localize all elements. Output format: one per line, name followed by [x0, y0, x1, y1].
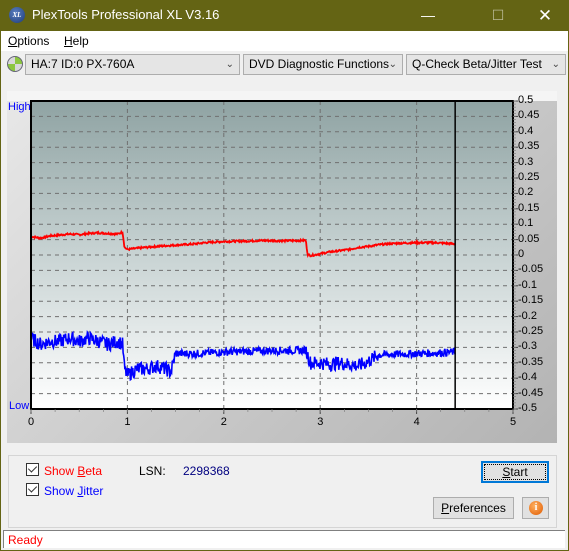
y-tick-label: 0.4 [518, 124, 534, 137]
y-tick-label: 0.15 [518, 201, 540, 214]
status-bar: Ready [3, 530, 565, 548]
y-tick-label: 0.05 [518, 232, 540, 245]
y-tick-label: 0.3 [518, 155, 534, 168]
y-tick-label: 0.45 [518, 109, 540, 122]
y-tick-label: 0 [518, 248, 525, 260]
lsn-value: 2298368 [183, 464, 230, 478]
y-tick-label: 0.1 [518, 217, 534, 230]
y-tick-label: -0.25 [518, 325, 544, 337]
x-tick-label: 3 [317, 416, 324, 428]
preferences-accel: P [441, 501, 450, 515]
y-tick-label: -0.3 [518, 340, 537, 353]
lsn-label: LSN: [139, 464, 166, 478]
x-tick-label: 1 [124, 416, 131, 428]
y-tick-label: 0.5 [518, 94, 534, 106]
show-jitter-label-post: itter [83, 484, 104, 498]
y-tick-label: -0.5 [518, 402, 537, 414]
y-tick-label: 0.25 [518, 171, 540, 183]
y-tick-label: 0.2 [518, 186, 534, 199]
show-jitter-label[interactable]: Show Jitter [44, 484, 103, 498]
x-tick-label: 0 [28, 416, 35, 428]
y-tick-label: -0.4 [518, 371, 537, 384]
info-icon: i [529, 501, 543, 515]
show-beta-label-post: eta [85, 464, 103, 478]
status-text: Ready [8, 533, 43, 547]
show-jitter-label-pre: Show [44, 484, 78, 498]
y-tick-label: -0.05 [518, 263, 544, 276]
show-beta-checkbox[interactable] [26, 463, 39, 476]
y-tick-label: -0.35 [518, 355, 544, 368]
preferences-button[interactable]: Preferences [433, 497, 514, 519]
show-beta-label[interactable]: Show Beta [44, 464, 102, 478]
start-button[interactable]: Start [481, 461, 549, 483]
y-tick-label: 0.35 [518, 140, 540, 153]
show-jitter-checkbox[interactable] [26, 483, 39, 496]
info-button[interactable]: i [522, 497, 549, 519]
x-tick-label: 5 [510, 416, 517, 428]
y-tick-label: -0.2 [518, 309, 537, 322]
show-beta-label-pre: Show [44, 464, 78, 478]
preferences-label: references [449, 501, 506, 515]
x-tick-label: 4 [413, 416, 420, 428]
focus-rect [484, 464, 546, 480]
y-tick-label: -0.45 [518, 386, 544, 399]
grid-lines [31, 101, 513, 409]
y-tick-label: -0.15 [518, 294, 544, 307]
y-tick-label: -0.1 [518, 278, 537, 291]
x-tick-label: 2 [220, 416, 227, 428]
